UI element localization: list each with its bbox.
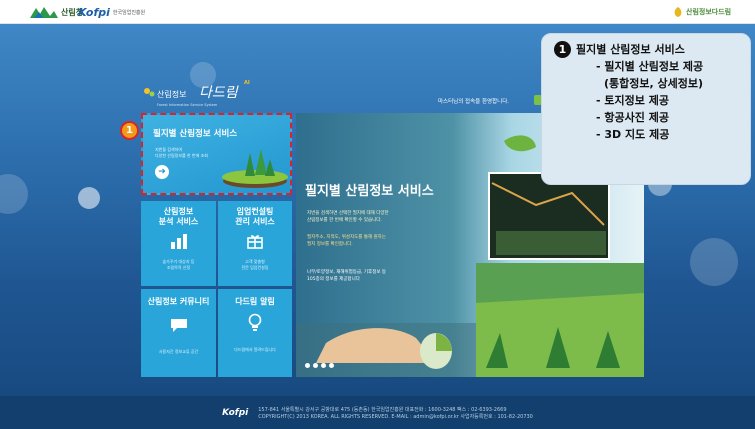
annotation-callout: 1 필지별 산림정보 서비스 - 필지별 산림정보 제공 (통합정보, 상세정보… [541, 33, 751, 185]
bar-chart-icon [170, 234, 187, 249]
tile-title: 분석 서비스 [158, 217, 199, 226]
tile-desc: 사용자간 정보교류 공간 [158, 349, 199, 354]
banner-line-2: 산림정보를 한 번에 확인할 수 있습니다. [307, 218, 382, 223]
kofpi-logo[interactable]: Kofpi 한국임업진흥원 [78, 4, 145, 20]
brand-title-big: 다드림 [199, 85, 238, 101]
arrow-right-icon[interactable]: ➜ [155, 165, 169, 179]
kofpi-logo-text: Kofpi [78, 5, 110, 19]
lightbulb-icon [248, 313, 262, 331]
kofpi-logo-sub: 한국임업진흥원 [112, 9, 146, 16]
tile-desc: 다드림에서 알려드립니다 [234, 347, 276, 352]
bokeh [0, 174, 28, 214]
footer-logo: Kofpi [222, 407, 249, 418]
page-dot[interactable] [321, 363, 326, 368]
footer-copyright: COPYRIGHT(C) 2013 KOREA. ALL RIGHTS RESE… [258, 413, 533, 420]
brand-subtitle: Forest Information Service System [157, 103, 218, 107]
tile-consulting[interactable]: 임업컨설팅 관리 서비스 고객 맞춤형 전문 임업컨설팅 [218, 201, 292, 286]
service-logo[interactable]: 산림정보다드림 [673, 4, 731, 20]
footer-address: 157-841 서울특별시 강서구 공항대로 475 (등촌동) 한국임업진흥원… [258, 406, 507, 413]
tile-desc: 전문 임업컨설팅 [241, 265, 269, 270]
tile-community[interactable]: 산림정보 커뮤니티 사용자간 정보교류 공간 [141, 289, 216, 377]
forest-island-icon [222, 149, 288, 188]
callout-number: 1 [554, 41, 571, 58]
page-dot[interactable] [313, 363, 318, 368]
featured-card-parcel-info[interactable]: 필지별 산림정보 서비스 지번을 검색하여 다양한 산림정보를 한 번에 조회 … [141, 113, 292, 195]
callout-item: - 항공사진 제공 [596, 111, 669, 124]
page-dot[interactable] [329, 363, 334, 368]
callout-item: 필지별 산림정보 서비스 [576, 43, 685, 56]
banner-line-3: 필지주소, 지적도, 위성지도를 통해 원하는 [307, 235, 386, 240]
leaf-icon [674, 7, 682, 17]
banner-line-1: 지번을 검색하면 선택한 필지에 대해 다양한 [307, 211, 389, 216]
bokeh [690, 238, 738, 286]
tile-title: 관리 서비스 [235, 217, 275, 226]
footer: Kofpi 157-841 서울특별시 강서구 공항대로 475 (등촌동) 한… [0, 396, 755, 429]
brand-sup: AI [244, 80, 250, 86]
banner-title: 필지별 산림정보 서비스 [305, 184, 434, 199]
page-dot[interactable] [305, 363, 310, 368]
callout-item: (통합정보, 상세정보) [604, 77, 704, 90]
featured-badge: 1 [120, 121, 139, 140]
brand-logo[interactable]: 산림정보 다드림 AI Forest Information Service S… [142, 80, 252, 114]
service-logo-text: 산림정보다드림 [686, 8, 732, 16]
banner-line-4: 필지 정보를 확인합니다. [307, 242, 353, 247]
tile-desc: 조림목적 산정 [166, 265, 191, 270]
top-bar: 산림청 Kofpi 한국임업진흥원 산림정보다드림 [0, 0, 755, 24]
banner-line-5: 나무/토양정보, 재해위험등급, 기후정보 등 [307, 270, 387, 275]
tile-title: 다드림 알림 [235, 297, 275, 306]
sprout-icon [144, 88, 155, 97]
tile-title: 임업컨설팅 [236, 207, 274, 216]
tile-notice[interactable]: 다드림 알림 다드림에서 알려드립니다 [218, 289, 292, 377]
chat-bubble-icon [170, 319, 187, 332]
banner-line-6: 105종의 정보를 제공합니다 [307, 277, 360, 282]
tile-title: 산림정보 [163, 207, 194, 216]
mountain-logo-icon [30, 7, 58, 18]
callout-item: - 토지정보 제공 [596, 94, 669, 107]
welcome-text: 마스터님의 접속을 환영합니다. [438, 99, 510, 105]
brand-title: 산림정보 [157, 90, 187, 99]
bokeh [78, 187, 100, 209]
callout-item: - 필지별 산림정보 제공 [596, 60, 704, 73]
tile-forest-analysis[interactable]: 산림정보 분석 서비스 숲가꾸기 대상지 등 조림목적 산정 [141, 201, 216, 286]
gift-box-icon [247, 235, 263, 249]
featured-desc-2: 다양한 산림정보를 한 번에 조회 [155, 153, 208, 158]
callout-item: - 3D 지도 제공 [596, 128, 670, 141]
banner-pagination[interactable] [305, 353, 337, 372]
kfs-logo[interactable]: 산림청 [30, 4, 83, 20]
featured-title: 필지별 산림정보 서비스 [153, 129, 238, 139]
tile-title: 산림정보 커뮤니티 [147, 297, 210, 306]
